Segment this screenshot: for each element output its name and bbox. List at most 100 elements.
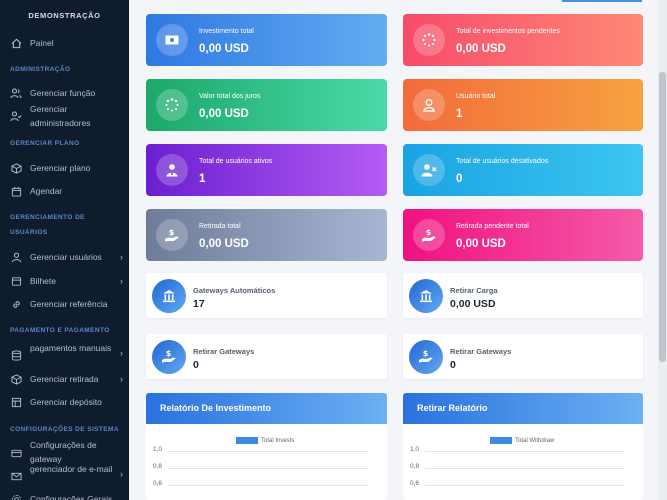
gridline [168, 451, 368, 452]
spinner-icon [413, 24, 445, 56]
sidebar-item-manage-withdrawal[interactable]: Gerenciar retirada › [10, 372, 123, 386]
stat-title: Total de usuários ativos [199, 158, 273, 165]
widget-value: 0 [450, 359, 456, 371]
stat-total-users[interactable]: Usuário total 1 [403, 79, 643, 131]
mail-icon [10, 470, 22, 482]
stat-active-users[interactable]: Total de usuários ativos 1 [146, 144, 387, 196]
user-times-icon [413, 154, 445, 186]
svg-text:$: $ [166, 349, 172, 358]
gridline [425, 485, 625, 486]
widget-withdraw-gateways-1[interactable]: $ Retirar Gateways 0 [146, 334, 387, 379]
stat-title: Valor total dos juros [199, 93, 261, 100]
ticket-icon [10, 275, 22, 287]
money-icon [156, 24, 188, 56]
sidebar-item-label: Gerenciar depósito [30, 397, 102, 407]
stat-title: Investimento total [199, 28, 254, 35]
chart-legend[interactable]: Total Invests [236, 437, 294, 444]
widget-withdraw-gateways-2[interactable]: $ Retirar Gateways 0 [403, 334, 643, 379]
sidebar-item-manage-users[interactable]: Gerenciar usuários › [10, 250, 123, 264]
sidebar-item-label: Gerenciar retirada [30, 374, 99, 384]
sidebar-item-ticket[interactable]: Bilhete › [10, 274, 123, 288]
stat-title: Total de investimentos pendentes [456, 28, 560, 35]
stat-disabled-users[interactable]: Total de usuários desativados 0 [403, 144, 643, 196]
widget-withdraw-charge[interactable]: Retirar Carga 0,00 USD [403, 273, 643, 318]
link-icon [10, 298, 22, 310]
chevron-right-icon: › [120, 374, 123, 384]
widget-title: Retirar Gateways [450, 347, 512, 356]
widget-title: Retirar Carga [450, 286, 498, 295]
sidebar-item-label: Gerenciar administradores [30, 104, 91, 128]
chevron-right-icon: › [120, 276, 123, 286]
stat-pending-investments[interactable]: Total de investimentos pendentes 0,00 US… [403, 14, 643, 66]
hand-holding-dollar-icon: $ [156, 219, 188, 251]
stat-title: Retirada total [199, 223, 241, 230]
chevron-right-icon: › [120, 348, 123, 358]
stat-title: Usuário total [456, 93, 496, 100]
users-icon [10, 87, 22, 99]
svg-text:$: $ [169, 228, 175, 237]
settings-icon [10, 493, 22, 500]
stat-value: 1 [456, 108, 463, 120]
user-tie-icon [156, 154, 188, 186]
legend-label: Total Withdraw [515, 437, 555, 444]
section-plan: GERENCIAR PLANO [10, 140, 80, 147]
stat-total-withdrawal[interactable]: $ Retirada total 0,00 USD [146, 209, 387, 261]
database-icon [10, 349, 22, 361]
widget-title: Retirar Gateways [193, 347, 255, 356]
chevron-right-icon: › [120, 469, 123, 479]
sidebar-item-label: Gerenciar função [30, 88, 96, 98]
stat-value: 0,00 USD [456, 238, 506, 250]
sidebar-item-manage-referral[interactable]: Gerenciar referência [10, 297, 123, 311]
widget-auto-gateways[interactable]: Gateways Automáticos 17 [146, 273, 387, 318]
sidebar-item-label: Bilhete [30, 276, 56, 286]
scrollbar[interactable] [658, 0, 667, 500]
y-tick: 1,0 [409, 446, 419, 453]
sidebar-item-label: Configurações Gerais [30, 494, 113, 500]
stat-value: 1 [199, 173, 206, 185]
stat-total-investment[interactable]: Investimento total 0,00 USD [146, 14, 387, 66]
chevron-right-icon: › [120, 252, 123, 262]
scrollbar-thumb[interactable] [659, 72, 666, 362]
svg-text:$: $ [423, 349, 429, 358]
sidebar-item-manage-deposit[interactable]: Gerenciar depósito [10, 395, 123, 409]
widget-title: Gateways Automáticos [193, 286, 276, 295]
stat-total-interest[interactable]: Valor total dos juros 0,00 USD [146, 79, 387, 131]
sidebar-item-label: gerenciador de e-mail [30, 464, 113, 474]
stat-pending-withdrawal[interactable]: $ Retirada pendente total 0,00 USD [403, 209, 643, 261]
gridline [425, 451, 625, 452]
home-icon [10, 37, 22, 49]
stat-value: 0 [456, 173, 463, 185]
table-icon [10, 396, 22, 408]
sidebar-item-label: Gerenciar usuários [30, 252, 102, 262]
sidebar-item-manual-payments[interactable]: pagamentos manuais › [10, 341, 123, 361]
stat-title: Retirada pendente total [456, 223, 529, 230]
sidebar-item-manage-admins[interactable]: Gerenciar administradores [10, 102, 123, 130]
chart-legend[interactable]: Total Withdraw [490, 437, 554, 444]
section-payment: PAGAMENTO E PAGAMENTO [10, 327, 110, 334]
sidebar-item-general-settings[interactable]: Configurações Gerais [10, 492, 123, 500]
user-check-icon [10, 110, 22, 122]
sidebar-item-manage-plan[interactable]: Gerenciar plano [10, 161, 123, 175]
sidebar-item-label: Painel [30, 38, 54, 48]
y-tick: 1,0 [152, 446, 162, 453]
withdraw-report: Retirar Relatório Total Withdraw 1,0 0,8… [403, 393, 643, 500]
stat-value: 0,00 USD [456, 43, 506, 55]
legend-label: Total Invests [261, 437, 295, 444]
sidebar-item-schedule[interactable]: Agendar [10, 184, 123, 198]
section-users-mgmt: GERENCIAMENTO DE USUÁRIOS [10, 214, 85, 236]
sidebar-item-email-manager[interactable]: gerenciador de e-mail › [10, 462, 123, 482]
hand-holding-dollar-icon: $ [409, 339, 443, 374]
y-tick: 0,8 [152, 463, 162, 470]
box-icon [10, 162, 22, 174]
section-system: CONFIGURAÇÕES DE SISTEMA [10, 426, 119, 433]
sidebar-item-label: Gerenciar referência [30, 299, 108, 309]
credit-card-icon [10, 447, 22, 459]
legend-swatch [236, 437, 258, 444]
sidebar-item-manage-role[interactable]: Gerenciar função [10, 86, 123, 100]
sidebar-brand: DEMONSTRAÇÃO [28, 11, 101, 20]
gridline [425, 468, 625, 469]
y-tick: 0,6 [409, 480, 419, 487]
stat-value: 0,00 USD [199, 238, 249, 250]
building-columns-icon [152, 278, 186, 313]
sidebar-item-panel[interactable]: Painel [10, 36, 123, 50]
